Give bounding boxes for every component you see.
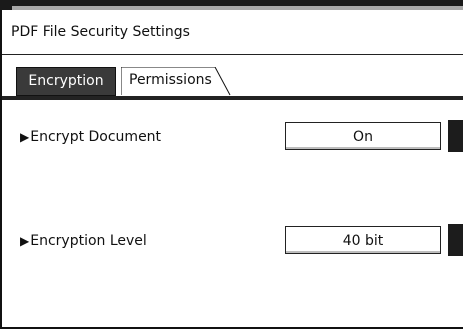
triangle-right-icon: ▶	[20, 130, 30, 144]
encrypt-document-edge	[448, 120, 463, 152]
tab-permissions-label: Permissions	[129, 72, 212, 88]
encrypt-document-label: Encrypt Document	[30, 129, 162, 145]
screen-top-bezel	[0, 0, 463, 10]
encrypt-document-row-label: ▶Encrypt Document	[20, 129, 161, 145]
tabs-row: Encryption Permissions	[2, 54, 463, 100]
page-title: PDF File Security Settings	[11, 24, 190, 40]
tab-underline	[2, 96, 463, 100]
tab-encryption[interactable]: Encryption	[16, 67, 116, 96]
encryption-level-edge	[448, 224, 463, 256]
encryption-level-label: Encryption Level	[30, 233, 147, 249]
pdf-security-settings-screen: PDF File Security Settings Encryption Pe…	[0, 0, 463, 329]
triangle-right-icon: ▶	[20, 234, 30, 248]
title-bar: PDF File Security Settings	[2, 10, 463, 55]
encryption-level-row-label: ▶Encryption Level	[20, 233, 147, 249]
encrypt-document-value-button[interactable]: On	[285, 122, 441, 150]
encryption-level-value-button[interactable]: 40 bit	[285, 226, 441, 254]
tab-permissions[interactable]: Permissions	[121, 67, 231, 96]
